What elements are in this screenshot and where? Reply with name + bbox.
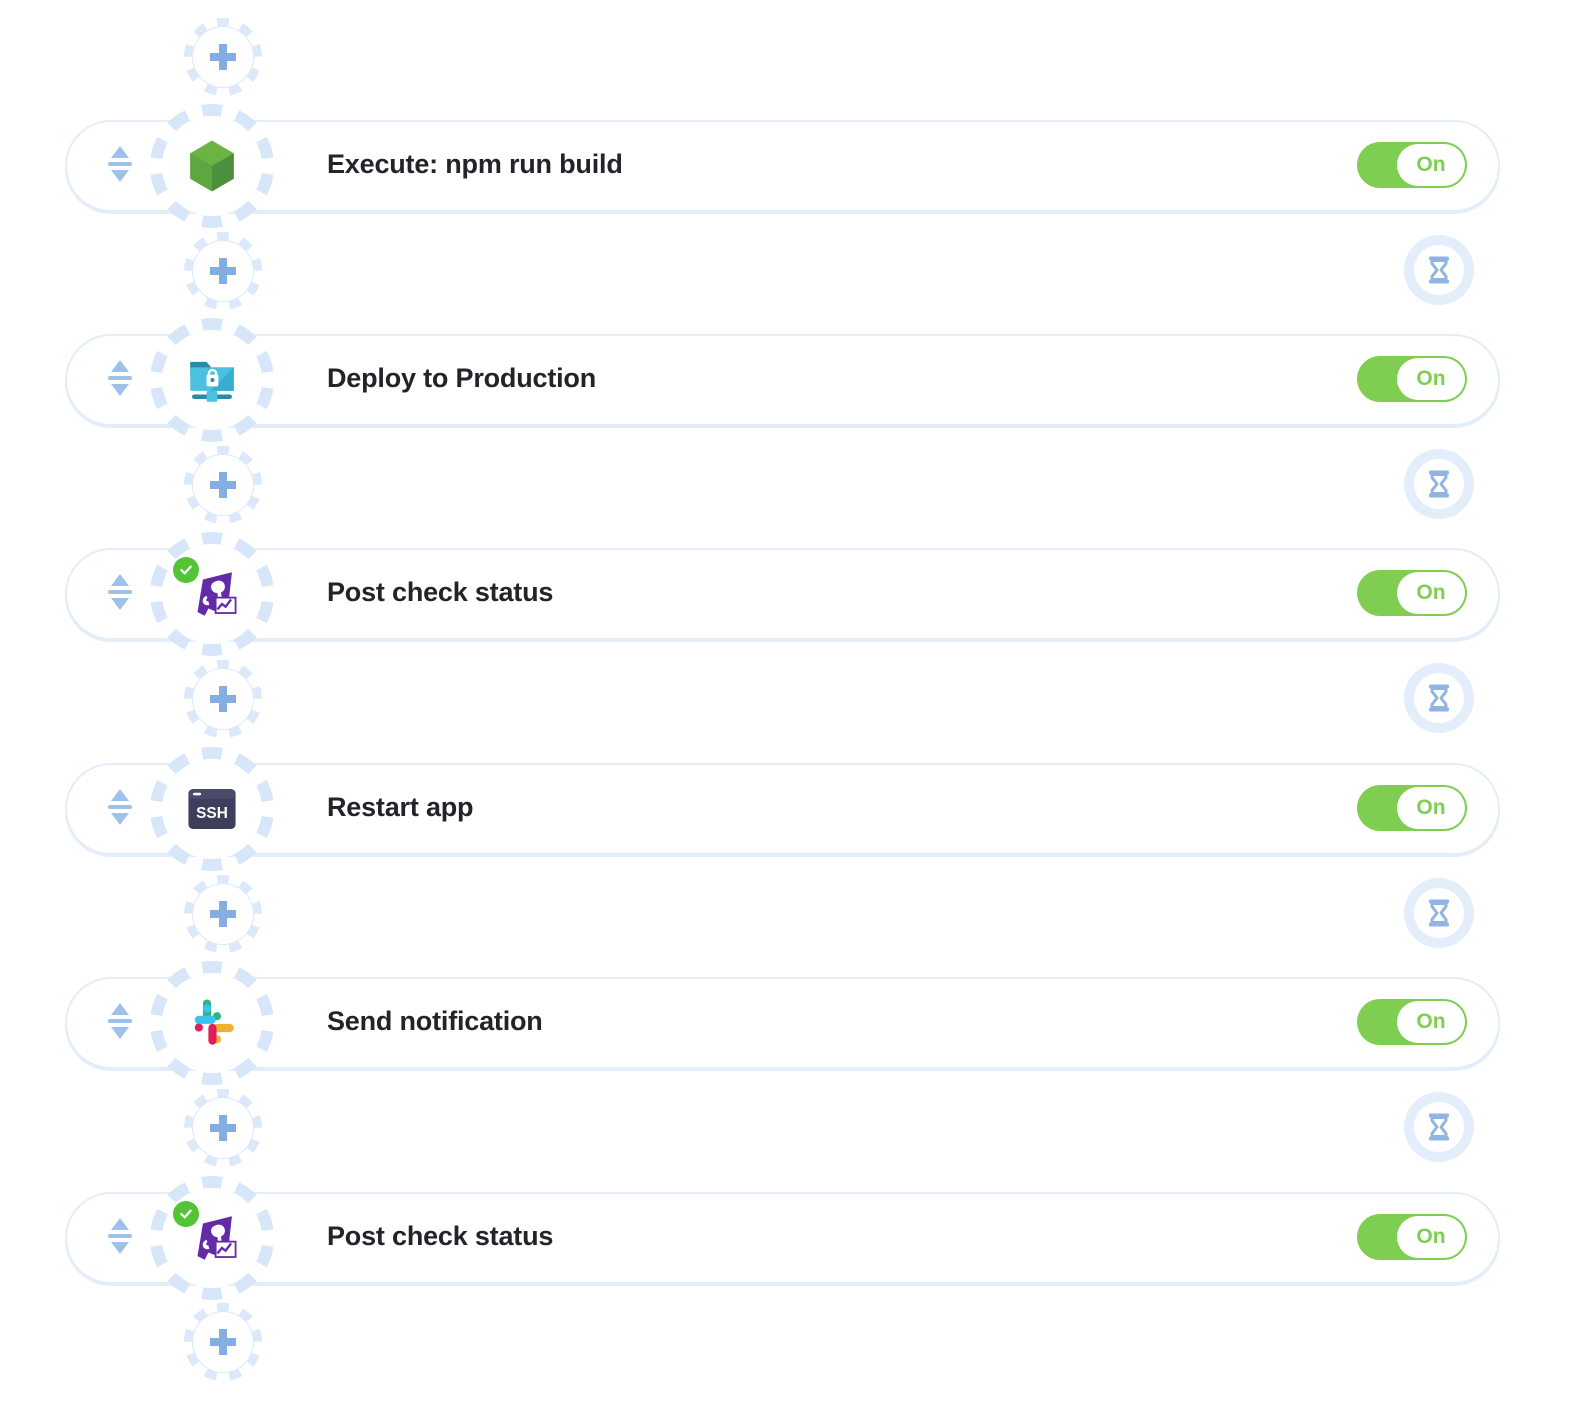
step-icon-gear[interactable] [150, 532, 274, 656]
step-label: Post check status [327, 576, 554, 607]
toggle-knob-label: On [1397, 1216, 1465, 1258]
step-icon-gear[interactable] [150, 318, 274, 442]
step-connector [0, 1089, 1583, 1175]
wait-timer-button[interactable] [1404, 449, 1474, 519]
step-label: Restart app [327, 791, 474, 822]
step-row-surface [65, 334, 1500, 426]
reorder-handle-icon [105, 786, 135, 828]
step-icon-disc [162, 973, 262, 1073]
step-row[interactable]: Post check status On [65, 532, 1500, 656]
step-connector [0, 875, 1583, 961]
step-icon-disc [162, 544, 262, 644]
step-label: Post check status [327, 1220, 554, 1251]
add-step-gear-button[interactable] [184, 875, 262, 953]
nodejs-icon [183, 137, 241, 195]
add-step-gear-button[interactable] [184, 1089, 262, 1167]
step-row[interactable]: SSH Restart app On [65, 747, 1500, 871]
reorder-handle-icon [105, 143, 135, 185]
step-icon-disc [162, 116, 262, 216]
workflow-canvas: Execute: npm run build On Deploy to Produ… [0, 0, 1583, 1410]
wait-timer-button[interactable] [1404, 235, 1474, 305]
step-connector [0, 232, 1583, 318]
toggle-knob-label: On [1397, 1001, 1465, 1043]
reorder-handle-icon [105, 1215, 135, 1257]
step-connector [0, 660, 1583, 746]
step-icon-gear[interactable] [150, 961, 274, 1085]
hourglass-icon [1414, 888, 1464, 938]
add-step-gear-button[interactable] [184, 1303, 262, 1381]
add-step-gear-button[interactable] [184, 660, 262, 738]
wait-timer-button[interactable] [1404, 1092, 1474, 1162]
step-row[interactable]: Send notification On [65, 961, 1500, 1085]
wait-timer-button[interactable] [1404, 878, 1474, 948]
hourglass-icon [1414, 673, 1464, 723]
datadog-icon [173, 1201, 241, 1267]
add-step-gear-button[interactable] [184, 446, 262, 524]
step-enabled-toggle[interactable]: On [1357, 142, 1467, 188]
step-label: Send notification [327, 1005, 543, 1036]
step-row-surface [65, 977, 1500, 1069]
toggle-knob-label: On [1397, 572, 1465, 614]
step-enabled-toggle[interactable]: On [1357, 785, 1467, 831]
add-step-gear-button[interactable] [184, 232, 262, 310]
step-enabled-toggle[interactable]: On [1357, 1214, 1467, 1260]
step-row-surface [65, 120, 1500, 212]
check-badge [173, 557, 199, 583]
ssh-terminal-icon: SSH [183, 780, 241, 838]
reorder-handle-icon [105, 357, 135, 399]
step-connector [0, 18, 1583, 104]
add-step-gear-button[interactable] [184, 18, 262, 96]
reorder-handle-icon [105, 1000, 135, 1042]
svg-text:SSH: SSH [196, 805, 228, 822]
step-enabled-toggle[interactable]: On [1357, 570, 1467, 616]
hourglass-icon [1414, 459, 1464, 509]
step-label: Execute: npm run build [327, 148, 623, 179]
datadog-icon [173, 557, 241, 623]
step-icon-gear[interactable] [150, 104, 274, 228]
step-icon-disc [162, 330, 262, 430]
toggle-knob-label: On [1397, 358, 1465, 400]
step-connector [0, 1303, 1583, 1389]
step-row-surface [65, 1192, 1500, 1284]
wait-timer-button[interactable] [1404, 663, 1474, 733]
check-badge [173, 1201, 199, 1227]
step-icon-disc: SSH [162, 759, 262, 859]
toggle-knob-label: On [1397, 144, 1465, 186]
sftp-folder-lock-icon [183, 351, 241, 409]
toggle-knob-label: On [1397, 787, 1465, 829]
step-row[interactable]: Execute: npm run build On [65, 104, 1500, 228]
step-row-surface [65, 763, 1500, 855]
step-label: Deploy to Production [327, 362, 596, 393]
step-row-surface [65, 548, 1500, 640]
slack-icon [183, 994, 241, 1052]
step-icon-disc [162, 1188, 262, 1288]
step-icon-gear[interactable] [150, 1176, 274, 1300]
step-row[interactable]: Post check status On [65, 1176, 1500, 1300]
hourglass-icon [1414, 245, 1464, 295]
hourglass-icon [1414, 1102, 1464, 1152]
step-connector [0, 446, 1583, 532]
reorder-handle-icon [105, 571, 135, 613]
step-row[interactable]: Deploy to Production On [65, 318, 1500, 442]
step-enabled-toggle[interactable]: On [1357, 999, 1467, 1045]
step-icon-gear[interactable]: SSH [150, 747, 274, 871]
step-enabled-toggle[interactable]: On [1357, 356, 1467, 402]
